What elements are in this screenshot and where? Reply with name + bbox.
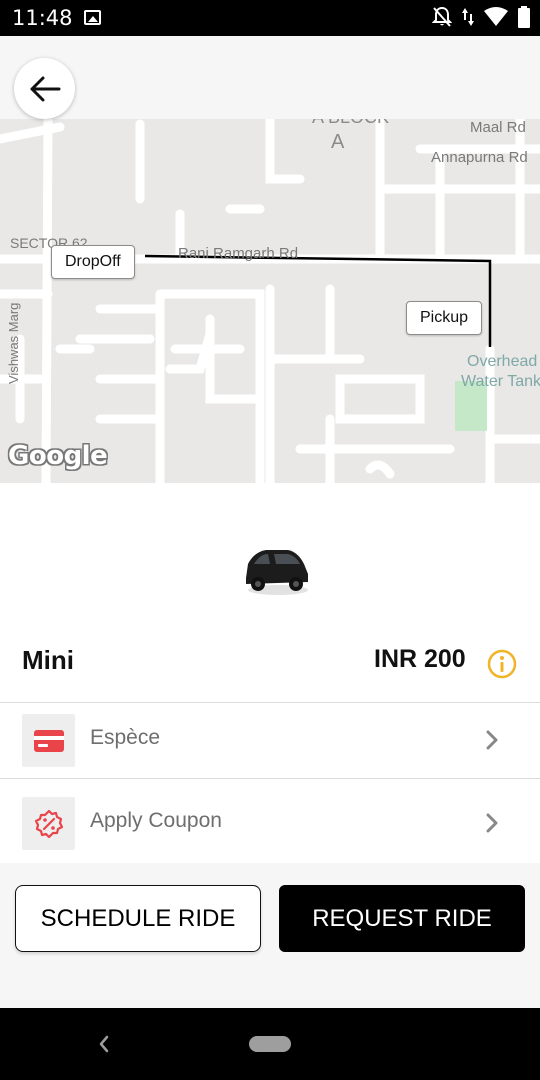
- map-label-annapurna-rd: Annapurna Rd: [431, 149, 528, 166]
- nav-home-pill[interactable]: [249, 1036, 291, 1052]
- arrow-left-icon: [30, 76, 60, 101]
- map-label-a: A: [331, 131, 345, 153]
- wifi-icon: [484, 7, 508, 26]
- apply-coupon-row[interactable]: Apply Coupon: [0, 779, 540, 855]
- map-label-rani-ramgarh-rd: Rani Ramgarh Rd: [178, 245, 299, 262]
- status-bar: 11:48: [0, 0, 540, 36]
- coupon-percent-icon: [34, 809, 63, 838]
- notifications-off-icon: [432, 6, 452, 27]
- car-image: [246, 550, 308, 595]
- map-label-maal-rd: Maal Rd: [470, 119, 526, 136]
- payment-method-row[interactable]: Espèce: [0, 702, 540, 778]
- status-icons: [432, 6, 530, 28]
- system-nav-bar: [0, 1008, 540, 1080]
- apply-coupon-label: Apply Coupon: [90, 809, 222, 832]
- status-time: 11:48: [12, 6, 73, 30]
- gallery-icon: [84, 10, 101, 25]
- map-label-a-block: A BLOCK: [312, 119, 389, 128]
- payment-method-label: Espèce: [90, 726, 161, 749]
- nav-back-icon[interactable]: [96, 1034, 112, 1054]
- chevron-right-icon: [486, 813, 498, 833]
- credit-card-icon: [33, 729, 64, 752]
- schedule-ride-button[interactable]: SCHEDULE RIDE: [15, 885, 261, 952]
- info-icon[interactable]: [487, 649, 517, 679]
- ride-type-name: Mini: [22, 645, 74, 675]
- request-ride-button[interactable]: REQUEST RIDE: [279, 885, 525, 952]
- ride-price: INR 200: [374, 645, 466, 673]
- action-area: SCHEDULE RIDE REQUEST RIDE: [0, 863, 540, 1008]
- battery-icon: [518, 6, 530, 28]
- ride-sheet: Mini INR 200 Espèce Apply Coupon: [0, 483, 540, 863]
- header-band: [0, 36, 540, 119]
- pickup-marker[interactable]: Pickup: [406, 301, 483, 335]
- chevron-right-icon: [486, 730, 498, 750]
- data-arrows-icon: [462, 8, 474, 26]
- coupon-icon-box: [22, 797, 75, 850]
- google-logo: Google: [8, 441, 108, 471]
- payment-icon-box: [22, 714, 75, 767]
- back-button[interactable]: [14, 58, 75, 119]
- map-label-vishwas-marg: Vishwas Marg: [6, 302, 21, 384]
- map-view[interactable]: A BLOCK A Maal Rd Annapurna Rd SECTOR 62…: [0, 119, 540, 483]
- map-label-overhead: Overhead: [467, 353, 538, 370]
- dropoff-marker[interactable]: DropOff: [51, 245, 135, 279]
- map-label-water-tank: Water Tank: [461, 373, 540, 390]
